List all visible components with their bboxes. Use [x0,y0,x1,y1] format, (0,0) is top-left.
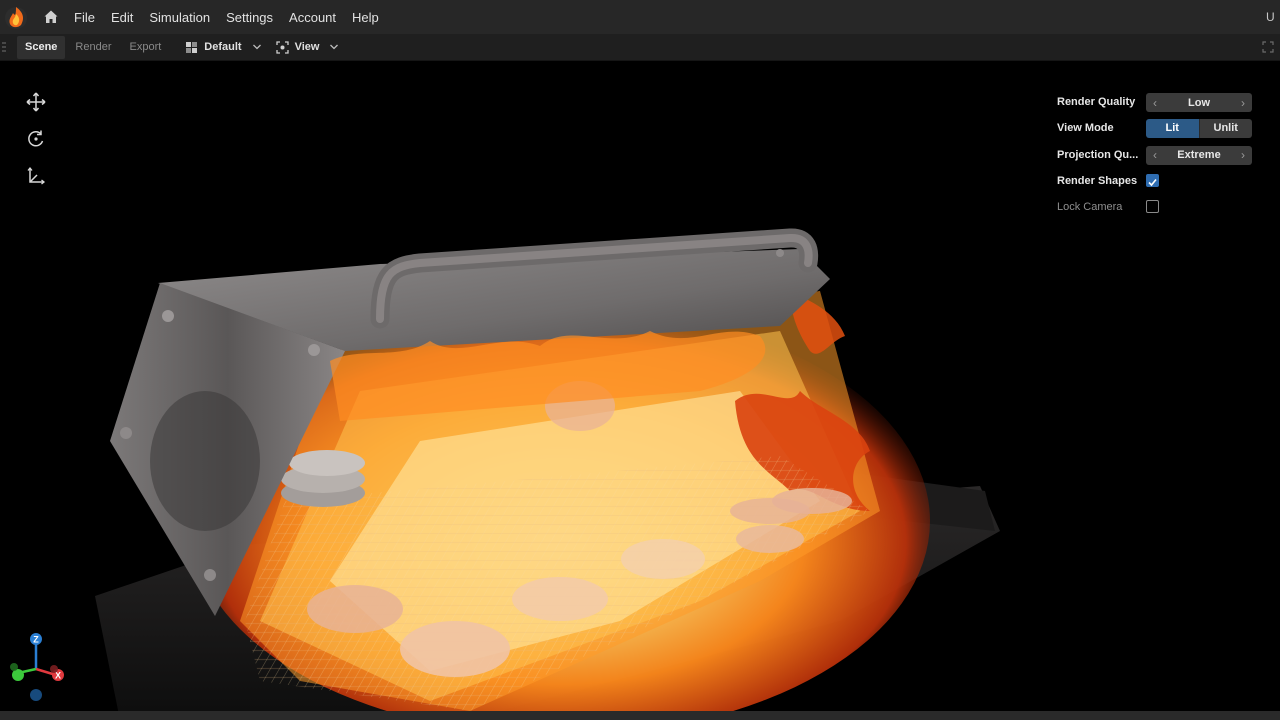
render-quality-value: Low [1188,96,1210,109]
layout-label: Default [204,41,242,53]
axis-gizmo[interactable]: Z X [4,629,70,709]
projection-quality-row: Projection Qu... ‹ Extreme › [1057,145,1257,165]
menu-help[interactable]: Help [352,10,379,25]
menu-file[interactable]: File [74,10,95,25]
lock-camera-row: Lock Camera [1057,197,1257,217]
render-quality-label: Render Quality [1057,96,1136,108]
app-window: File Edit Simulation Settings Account He… [0,0,1280,720]
projection-quality-label: Projection Qu... [1057,148,1139,161]
chevron-right-icon[interactable]: › [1234,148,1252,162]
render-quality-stepper[interactable]: ‹ Low › [1146,93,1252,112]
properties-panel: Render Quality ‹ Low › View Mode Lit Unl… [1057,92,1257,223]
menu-settings[interactable]: Settings [226,10,273,25]
maximize-icon[interactable] [1262,41,1274,53]
move-icon[interactable] [26,92,46,112]
bottom-status-strip [0,711,1280,720]
menubar-right-truncated-text: U [1266,10,1275,24]
projection-quality-stepper[interactable]: ‹ Extreme › [1146,145,1252,165]
render-shapes-checkbox[interactable] [1146,173,1159,187]
chevron-right-icon[interactable]: › [1234,96,1252,110]
z-axis-label: Z [33,635,39,645]
menu-simulation[interactable]: Simulation [149,10,210,25]
lock-camera-label: Lock Camera [1057,201,1123,214]
menu-edit[interactable]: Edit [111,10,133,25]
menu-bar: File Edit Simulation Settings Account He… [0,0,1280,34]
render-shapes-row: Render Shapes [1057,171,1257,191]
neg-z-axis-handle[interactable] [30,689,42,701]
left-tool-column [26,92,46,203]
app-logo-icon [5,7,27,29]
tab-render[interactable]: Render [67,36,119,59]
view-mode-toggle: Lit Unlit [1146,119,1252,139]
3d-viewport[interactable]: Render Quality ‹ Low › View Mode Lit Unl… [0,61,1280,720]
neg-x-axis-handle[interactable] [50,665,58,673]
checkmark-icon [1148,178,1157,187]
view-label: View [294,41,320,53]
view-dropdown[interactable]: View [275,40,346,54]
home-icon[interactable] [43,9,59,25]
chevron-down-icon [252,44,261,50]
drag-grip-icon[interactable] [2,41,6,53]
layout-dropdown[interactable]: Default [185,41,267,54]
menu-account[interactable]: Account [289,10,336,25]
neg-y-axis-handle[interactable] [10,663,18,671]
view-frame-icon [275,40,289,54]
view-mode-lit-option[interactable]: Lit [1146,119,1199,139]
view-mode-label: View Mode [1057,122,1114,135]
render-shapes-label: Render Shapes [1057,174,1138,187]
tab-scene[interactable]: Scene [17,35,66,59]
chevron-left-icon[interactable]: ‹ [1146,96,1164,110]
toolbar: Scene Render Export Default View [0,34,1280,61]
view-mode-unlit-option[interactable]: Unlit [1198,119,1252,139]
view-mode-row: View Mode Lit Unlit [1057,118,1257,139]
layout-icon [186,41,198,53]
render-quality-row: Render Quality ‹ Low › [1057,92,1257,112]
projection-quality-value: Extreme [1177,149,1221,162]
rotate-icon[interactable] [26,129,46,149]
chevron-left-icon[interactable]: ‹ [1146,148,1164,162]
chevron-down-icon [330,44,339,50]
tab-export[interactable]: Export [122,36,170,59]
lock-camera-checkbox[interactable] [1146,200,1159,214]
axes-scale-icon[interactable] [26,166,46,186]
